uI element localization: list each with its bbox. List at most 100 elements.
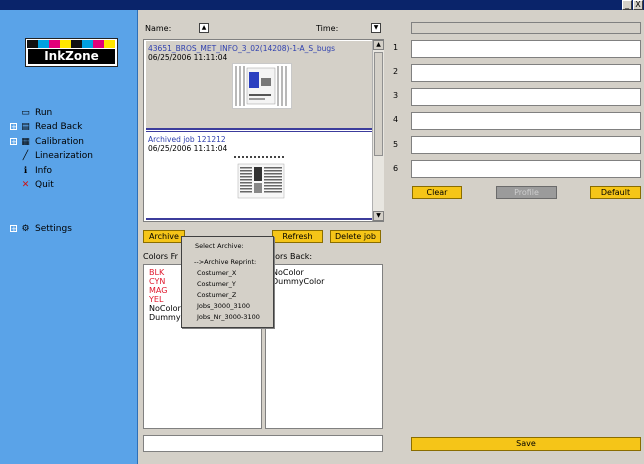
- row-number: 1: [393, 43, 399, 52]
- job-thumbnail: [232, 154, 290, 200]
- archive-menu-item[interactable]: Jobs_Nr_3000-3100: [197, 313, 260, 321]
- archive-menu-item[interactable]: Costumer_X: [197, 269, 236, 277]
- name-sort-button[interactable]: ▲: [199, 23, 209, 33]
- colors-back-list[interactable]: NoColor DummyColor: [265, 264, 383, 429]
- archive-menu-item[interactable]: -->Archive Reprint:: [194, 258, 256, 266]
- default-button[interactable]: Default: [590, 186, 641, 199]
- expand-icon[interactable]: +: [10, 225, 17, 233]
- archive-menu: Select Archive: -->Archive Reprint: Cost…: [181, 236, 274, 328]
- sidebar-item-info[interactable]: ℹ Info: [10, 164, 52, 178]
- row-number: 4: [393, 115, 399, 124]
- job-thumbnail: [232, 63, 292, 109]
- sidebar-item-calibration[interactable]: + ▦ Calibration: [10, 135, 84, 149]
- sidebar-item-label: Quit: [35, 180, 54, 190]
- job-list-item[interactable]: Archived job 121212 06/25/2006 11:11:04: [146, 131, 373, 220]
- row-field-4[interactable]: [411, 112, 641, 130]
- row-field-5[interactable]: [411, 136, 641, 154]
- quit-icon: ✕: [21, 180, 30, 190]
- archive-menu-header: Select Archive:: [195, 242, 244, 250]
- row-number: 2: [393, 67, 399, 76]
- sidebar-item-label: Calibration: [35, 137, 84, 147]
- job-thumbnail-image: [233, 64, 291, 108]
- sidebar-item-label: Settings: [35, 224, 72, 234]
- time-sort-label: Time:: [316, 24, 339, 33]
- sidebar-item-label: Info: [35, 166, 53, 176]
- color-item[interactable]: YEL: [149, 295, 163, 304]
- row-field-1[interactable]: [411, 40, 641, 58]
- logo-stripe: [27, 40, 38, 48]
- sidebar-item-settings[interactable]: + ⚙ Settings: [10, 222, 72, 236]
- linearization-icon: ╱: [22, 151, 29, 161]
- color-item[interactable]: DummyColor: [272, 277, 324, 286]
- scroll-up-button[interactable]: ▲: [373, 40, 384, 50]
- up-arrow-icon: ▲: [201, 24, 207, 31]
- read-back-icon: ▤: [21, 122, 30, 132]
- logo-text: InkZone: [28, 49, 115, 64]
- row-field-2[interactable]: [411, 64, 641, 82]
- profile-button[interactable]: Profile: [496, 186, 557, 199]
- job-name-field[interactable]: [143, 435, 383, 452]
- color-item[interactable]: NoColor: [272, 268, 304, 277]
- job-list-scrollbar[interactable]: ▲ ▼: [372, 40, 384, 221]
- sidebar-item-read-back[interactable]: + ▤ Read Back: [10, 120, 82, 134]
- color-name: Dummy: [149, 313, 181, 322]
- info-icon: ℹ: [23, 166, 28, 176]
- job-date: 06/25/2006 11:11:04: [148, 144, 228, 153]
- color-name: DummyColor: [272, 277, 325, 286]
- time-sort-button[interactable]: ▼: [371, 23, 381, 33]
- expand-icon[interactable]: +: [10, 138, 17, 146]
- job-list-item[interactable]: 43651_BROS_MET_INFO_3_02(14208)-1-A_S_bu…: [146, 41, 373, 130]
- expand-icon[interactable]: +: [10, 123, 17, 131]
- name-sort-label: Name:: [145, 24, 172, 33]
- scroll-thumb[interactable]: [374, 52, 383, 156]
- logo-stripe: [93, 40, 104, 48]
- row-number: 6: [393, 164, 399, 173]
- color-item[interactable]: CYN: [149, 277, 165, 286]
- archive-menu-item[interactable]: Jobs_3000_3100: [197, 302, 250, 310]
- scroll-down-button[interactable]: ▼: [373, 211, 384, 221]
- row-field-6[interactable]: [411, 160, 641, 178]
- archive-button[interactable]: Archive: [143, 230, 185, 243]
- row-number: 3: [393, 91, 399, 100]
- colors-back-label: olors Back:: [268, 252, 313, 261]
- sidebar-item-linearization[interactable]: ╱ Linearization: [10, 149, 93, 163]
- color-item[interactable]: MAG: [149, 286, 167, 295]
- logo-stripe: [49, 40, 60, 48]
- logo-stripe: [71, 40, 82, 48]
- sidebar-item-label: Linearization: [35, 151, 93, 161]
- color-name: BLK: [149, 268, 165, 277]
- color-name: YEL: [149, 295, 164, 304]
- color-item[interactable]: NoColor: [149, 304, 181, 313]
- color-item[interactable]: Dummy: [149, 313, 181, 322]
- delete-job-button[interactable]: Delete job: [330, 230, 381, 243]
- archive-menu-item[interactable]: Costumer_Y: [197, 280, 236, 288]
- color-item[interactable]: BLK: [149, 268, 164, 277]
- sidebar: [0, 10, 138, 464]
- archive-menu-item[interactable]: Costumer_Z: [197, 291, 236, 299]
- job-title: Archived job 121212: [148, 135, 226, 144]
- job-title: 43651_BROS_MET_INFO_3_02(14208)-1-A_S_bu…: [148, 44, 336, 53]
- header-field: [411, 22, 641, 34]
- row-number: 5: [393, 140, 399, 149]
- job-thumbnail-image: [232, 154, 290, 200]
- up-arrow-icon: ▲: [376, 41, 381, 48]
- save-button[interactable]: Save: [411, 437, 641, 451]
- sidebar-item-quit[interactable]: ✕ Quit: [10, 178, 54, 192]
- inkzone-logo: InkZone: [25, 38, 118, 67]
- calibration-icon: ▦: [21, 137, 30, 147]
- row-field-3[interactable]: [411, 88, 641, 106]
- down-arrow-icon: ▼: [373, 24, 379, 31]
- job-list[interactable]: 43651_BROS_MET_INFO_3_02(14208)-1-A_S_bu…: [143, 39, 384, 222]
- minimize-button[interactable]: _: [622, 0, 632, 10]
- close-button[interactable]: X: [633, 0, 643, 10]
- colors-front-label: Colors Fr: [143, 252, 178, 261]
- clear-button[interactable]: Clear: [412, 186, 462, 199]
- refresh-button[interactable]: Refresh: [272, 230, 323, 243]
- sidebar-item-run[interactable]: ▭ Run: [10, 106, 52, 120]
- color-name: NoColor: [272, 268, 304, 277]
- logo-stripe: [104, 40, 115, 48]
- logo-stripe: [38, 40, 49, 48]
- sidebar-item-label: Run: [35, 108, 53, 118]
- sidebar-item-label: Read Back: [35, 122, 83, 132]
- down-arrow-icon: ▼: [376, 212, 381, 219]
